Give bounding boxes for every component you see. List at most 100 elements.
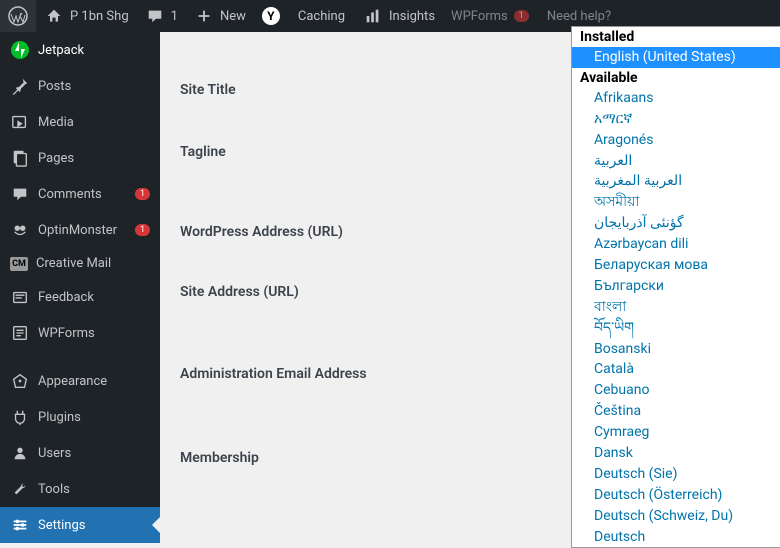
dropdown-option[interactable]: Deutsch (Österreich): [572, 485, 780, 506]
site-name-button[interactable]: P 1bn Shg: [36, 0, 137, 32]
dropdown-option[interactable]: Azərbaycan dili: [572, 234, 780, 255]
wpforms-topbar-button[interactable]: WPForms 1: [443, 0, 537, 32]
home-icon: [44, 6, 64, 26]
dropdown-option[interactable]: Čeština: [572, 401, 780, 422]
media-icon: [10, 112, 30, 132]
dropdown-option-english-us[interactable]: English (United States): [572, 47, 780, 68]
optinmonster-icon: [10, 220, 30, 240]
creativemail-icon: CM: [10, 257, 28, 271]
sidebar-item-plugins[interactable]: Plugins: [0, 399, 160, 435]
dropdown-option[interactable]: Català: [572, 359, 780, 380]
dropdown-option[interactable]: Cebuano: [572, 380, 780, 401]
settings-content: Site Title Tagline WordPress Address (UR…: [160, 32, 780, 531]
comment-icon: [145, 6, 165, 26]
users-icon: [10, 443, 30, 463]
appearance-icon: [10, 371, 30, 391]
sidebar-label: Pages: [38, 151, 150, 166]
sidebar-item-users[interactable]: Users: [0, 435, 160, 471]
dropdown-option[interactable]: Bosanski: [572, 339, 780, 360]
sidebar-label: Settings: [38, 518, 150, 533]
dropdown-group-available: Available: [572, 68, 780, 88]
sidebar-label: WPForms: [38, 326, 150, 341]
jetpack-icon: [10, 40, 30, 60]
sidebar-item-jetpack[interactable]: Jetpack: [0, 32, 160, 68]
sidebar-label: Creative Mail: [36, 256, 150, 271]
pages-icon: [10, 148, 30, 168]
caching-label: Caching: [298, 9, 345, 24]
insights-button[interactable]: Insights: [355, 0, 443, 32]
plus-icon: [194, 6, 214, 26]
membership-label: Membership: [180, 446, 400, 466]
dropdown-option[interactable]: অসমীয়া: [572, 192, 780, 213]
dropdown-option[interactable]: Deutsch: [572, 527, 780, 548]
dropdown-option[interactable]: Български: [572, 276, 780, 297]
comments-button[interactable]: 1: [137, 0, 186, 32]
sidebar-item-feedback[interactable]: Feedback: [0, 279, 160, 315]
dropdown-option[interactable]: العربية: [572, 151, 780, 172]
dropdown-option[interactable]: Cymraeg: [572, 422, 780, 443]
sidebar-label: Jetpack: [38, 43, 150, 58]
sidebar-label: Appearance: [38, 374, 150, 389]
sidebar-label: Users: [38, 446, 150, 461]
wpforms-badge: 1: [514, 10, 529, 22]
sidebar-item-tools[interactable]: Tools: [0, 471, 160, 507]
caching-button[interactable]: Caching: [288, 0, 355, 32]
pin-icon: [10, 76, 30, 96]
new-button[interactable]: New: [186, 0, 254, 32]
dropdown-option[interactable]: བོད་ཡིག: [572, 318, 780, 339]
dropdown-option[interactable]: Беларуская мова: [572, 255, 780, 276]
dropdown-option[interactable]: Afrikaans: [572, 88, 780, 109]
dropdown-option[interactable]: বাংলা: [572, 297, 780, 318]
feedback-icon: [10, 287, 30, 307]
dropdown-option[interactable]: Aragonés: [572, 130, 780, 151]
wpforms-topbar-label: WPForms: [451, 9, 508, 24]
chart-icon: [363, 6, 383, 26]
site-name-label: P 1bn Shg: [70, 9, 129, 24]
settings-icon: [10, 515, 30, 535]
admin-email-label: Administration Email Address: [180, 362, 400, 382]
sidebar-item-media[interactable]: Media: [0, 104, 160, 140]
tagline-label: Tagline: [180, 140, 400, 160]
sidebar-item-optinmonster[interactable]: OptinMonster 1: [0, 212, 160, 248]
insights-label: Insights: [389, 9, 435, 24]
dropdown-option[interactable]: Deutsch (Schweiz, Du): [572, 506, 780, 527]
language-dropdown[interactable]: Installed English (United States) Availa…: [571, 26, 780, 548]
needhelp-label: Need help?: [547, 9, 611, 24]
wp-address-label: WordPress Address (URL): [180, 220, 400, 240]
sidebar-label: Comments: [38, 187, 127, 202]
sidebar-item-pages[interactable]: Pages: [0, 140, 160, 176]
dropdown-option[interactable]: Deutsch (Sie): [572, 464, 780, 485]
new-label: New: [220, 9, 246, 24]
dropdown-group-installed: Installed: [572, 27, 780, 47]
site-address-label: Site Address (URL): [180, 280, 400, 300]
sidebar-item-settings[interactable]: Settings: [0, 507, 160, 543]
plugins-icon: [10, 407, 30, 427]
dropdown-option[interactable]: አማርኛ: [572, 109, 780, 130]
yoast-icon: Y: [262, 7, 280, 25]
tools-icon: [10, 479, 30, 499]
wp-logo-button[interactable]: [0, 0, 36, 32]
sidebar-item-appearance[interactable]: Appearance: [0, 363, 160, 399]
admin-sidebar: Jetpack Posts Media Pages Comments 1 Opt…: [0, 32, 160, 531]
sidebar-item-comments[interactable]: Comments 1: [0, 176, 160, 212]
yoast-button[interactable]: Y: [254, 0, 288, 32]
comment-icon: [10, 184, 30, 204]
dropdown-option[interactable]: گؤنئی آذربایجان: [572, 213, 780, 234]
comments-badge: 1: [135, 188, 150, 200]
optinmonster-badge: 1: [135, 224, 150, 236]
dropdown-option[interactable]: العربية المغربية: [572, 171, 780, 192]
sidebar-label: Plugins: [38, 410, 150, 425]
sidebar-item-posts[interactable]: Posts: [0, 68, 160, 104]
dropdown-option[interactable]: Dansk: [572, 443, 780, 464]
sidebar-item-creativemail[interactable]: CM Creative Mail: [0, 248, 160, 279]
sidebar-label: Tools: [38, 482, 150, 497]
sidebar-label: OptinMonster: [38, 223, 127, 238]
sidebar-label: Media: [38, 115, 150, 130]
site-title-label: Site Title: [180, 78, 400, 98]
sidebar-label: Feedback: [38, 290, 150, 305]
comments-count: 1: [171, 9, 178, 24]
sidebar-label: Posts: [38, 79, 150, 94]
wpforms-icon: [10, 323, 30, 343]
sidebar-item-wpforms[interactable]: WPForms: [0, 315, 160, 351]
wordpress-logo-icon: [8, 6, 28, 26]
